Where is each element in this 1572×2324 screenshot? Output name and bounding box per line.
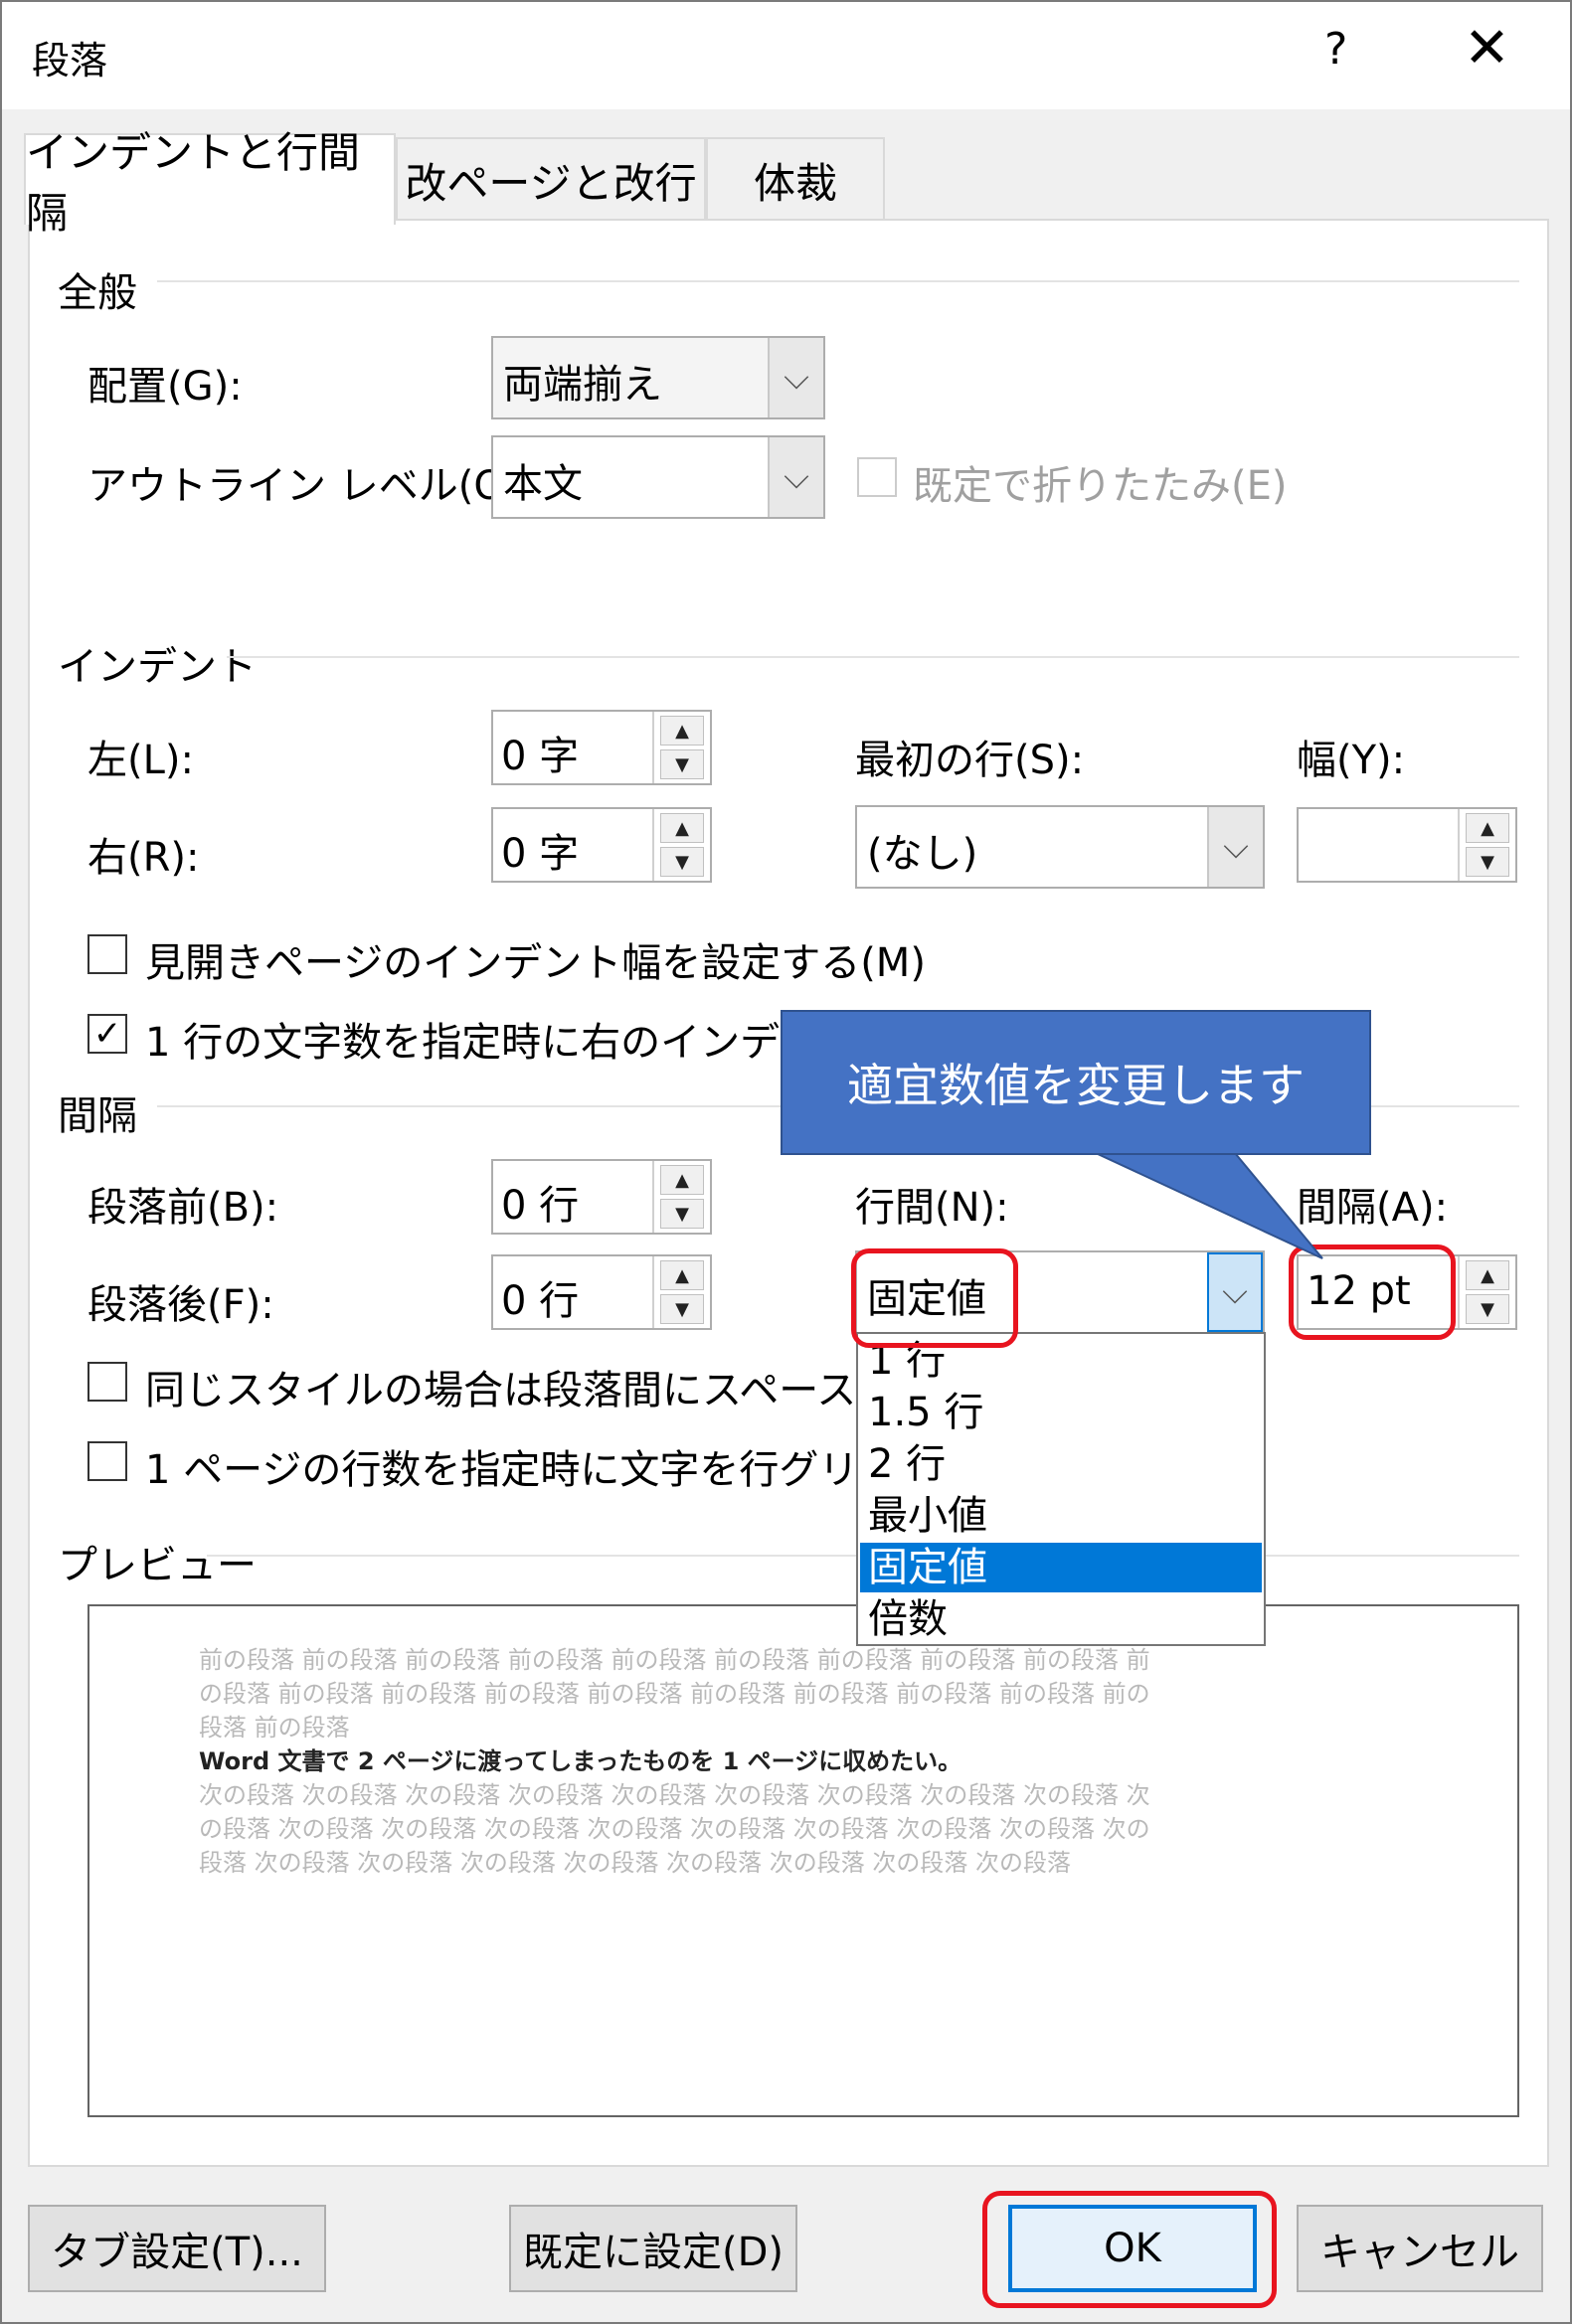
spin-down-icon[interactable]: ▼ bbox=[660, 749, 704, 779]
spin-down-icon[interactable]: ▼ bbox=[1466, 1294, 1509, 1324]
first-line-select[interactable]: (なし) ⌵ bbox=[855, 805, 1265, 889]
section-indent: インデント bbox=[58, 644, 257, 690]
outline-level-value: 本文 bbox=[503, 461, 583, 507]
right-indent-value[interactable]: 0 字 bbox=[501, 821, 579, 879]
spin-up-icon[interactable]: ▲ bbox=[660, 813, 704, 843]
first-line-label: 最初の行(S): bbox=[855, 738, 1085, 783]
snap-grid-checkbox[interactable] bbox=[87, 1441, 127, 1481]
section-preview: プレビュー bbox=[58, 1543, 257, 1588]
preview-before-line: 段落 前の段落 bbox=[199, 1714, 350, 1742]
preview-after-line: 次の段落 次の段落 次の段落 次の段落 次の段落 次の段落 次の段落 次の段落 … bbox=[199, 1781, 1150, 1809]
left-indent-spinner[interactable]: 0 字 ▲ ▼ bbox=[491, 710, 712, 785]
chevron-down-icon[interactable]: ⌵ bbox=[768, 338, 823, 417]
spin-up-icon[interactable]: ▲ bbox=[660, 716, 704, 746]
line-option[interactable]: 倍数 bbox=[860, 1594, 1262, 1644]
highlight-ok-button bbox=[982, 2191, 1277, 2308]
after-spinner[interactable]: 0 行 ▲ ▼ bbox=[491, 1254, 712, 1330]
spin-up-icon[interactable]: ▲ bbox=[1466, 1260, 1509, 1290]
no-space-checkbox[interactable] bbox=[87, 1362, 127, 1402]
chevron-down-icon[interactable]: ⌵ bbox=[1207, 1252, 1263, 1332]
line-spacing-label: 行間(N): bbox=[855, 1185, 1009, 1231]
tabs-button[interactable]: タブ設定(T)... bbox=[28, 2205, 326, 2292]
spin-down-icon[interactable]: ▼ bbox=[1466, 847, 1509, 877]
spin-up-icon[interactable]: ▲ bbox=[660, 1260, 704, 1290]
before-spinner[interactable]: 0 行 ▲ ▼ bbox=[491, 1159, 712, 1235]
before-value[interactable]: 0 行 bbox=[501, 1173, 579, 1231]
tab-page-breaks[interactable]: 改ページと改行 bbox=[396, 137, 706, 221]
chevron-down-icon[interactable]: ⌵ bbox=[768, 437, 823, 517]
spin-down-icon[interactable]: ▼ bbox=[660, 1199, 704, 1229]
line-option[interactable]: 1.5 行 bbox=[860, 1388, 1262, 1437]
line-option-selected[interactable]: 固定値 bbox=[860, 1543, 1262, 1592]
by-spinner[interactable]: ▲ ▼ bbox=[1297, 807, 1517, 883]
cancel-button[interactable]: キャンセル bbox=[1297, 2205, 1543, 2292]
by-label: 幅(Y): bbox=[1297, 738, 1406, 783]
divider bbox=[157, 280, 1519, 282]
preview-sample: Word 文書で 2 ページに渡ってしまったものを 1 ページに収めたい。 bbox=[199, 1747, 962, 1775]
preview-after-line: 段落 次の段落 次の段落 次の段落 次の段落 次の段落 次の段落 次の段落 次の… bbox=[199, 1849, 1072, 1877]
mirror-indent-checkbox[interactable] bbox=[87, 934, 127, 974]
collapse-checkbox[interactable] bbox=[857, 457, 897, 497]
spin-up-icon[interactable]: ▲ bbox=[660, 1165, 704, 1195]
spin-down-icon[interactable]: ▼ bbox=[660, 1294, 704, 1324]
section-general: 全般 bbox=[58, 270, 137, 316]
help-button[interactable]: ? bbox=[1324, 24, 1347, 75]
alignment-value: 両端揃え bbox=[503, 362, 662, 408]
left-indent-label: 左(L): bbox=[87, 738, 194, 783]
outline-level-select[interactable]: 本文 ⌵ bbox=[491, 435, 825, 519]
alignment-select[interactable]: 両端揃え ⌵ bbox=[491, 336, 825, 419]
right-indent-label: 右(R): bbox=[87, 835, 200, 881]
spinner-buttons: ▲ ▼ bbox=[1458, 809, 1515, 881]
auto-adjust-checkbox[interactable]: ✓ bbox=[87, 1014, 127, 1054]
highlight-line-spacing bbox=[851, 1248, 1018, 1348]
line-option[interactable]: 2 行 bbox=[860, 1439, 1262, 1489]
spinner-buttons: ▲ ▼ bbox=[652, 809, 710, 881]
first-line-value: (なし) bbox=[867, 831, 978, 877]
auto-adjust-label: 1 行の文字数を指定時に右のインデント bbox=[145, 1020, 860, 1066]
callout-note: 適宜数値を変更します bbox=[781, 1010, 1371, 1155]
dialog-title: 段落 bbox=[32, 39, 108, 83]
left-indent-value[interactable]: 0 字 bbox=[501, 724, 579, 781]
spin-up-icon[interactable]: ▲ bbox=[1466, 813, 1509, 843]
spinner-buttons: ▲ ▼ bbox=[652, 1256, 710, 1328]
before-label: 段落前(B): bbox=[87, 1185, 279, 1231]
line-spacing-dropdown: 1 行 1.5 行 2 行 最小値 固定値 倍数 bbox=[856, 1332, 1266, 1646]
snap-grid-label: 1 ページの行数を指定時に文字を行グリッド bbox=[145, 1447, 939, 1493]
preview-before-line: の段落 前の段落 前の段落 前の段落 前の段落 前の段落 前の段落 前の段落 前… bbox=[199, 1680, 1150, 1708]
paragraph-dialog: 段落 ? ✕ インデントと行間隔 改ページと改行 体裁 全般 配置(G): 両端… bbox=[0, 0, 1572, 2324]
chevron-down-icon[interactable]: ⌵ bbox=[1207, 807, 1263, 887]
mirror-indent-label: 見開きページのインデント幅を設定する(M) bbox=[145, 940, 926, 986]
divider bbox=[227, 656, 1519, 658]
line-option[interactable]: 最小値 bbox=[860, 1491, 1262, 1541]
spin-down-icon[interactable]: ▼ bbox=[660, 847, 704, 877]
spinner-buttons: ▲ ▼ bbox=[652, 1161, 710, 1233]
section-spacing: 間隔 bbox=[58, 1093, 137, 1139]
spinner-buttons: ▲ ▼ bbox=[652, 712, 710, 783]
tab-indent-spacing[interactable]: インデントと行間隔 bbox=[24, 128, 396, 238]
spinner-buttons: ▲ ▼ bbox=[1458, 1256, 1515, 1328]
no-space-label: 同じスタイルの場合は段落間にスペースを追 bbox=[145, 1368, 937, 1413]
alignment-label: 配置(G): bbox=[87, 364, 243, 410]
after-label: 段落後(F): bbox=[87, 1282, 274, 1328]
after-value[interactable]: 0 行 bbox=[501, 1268, 579, 1326]
callout-pointer bbox=[1096, 1153, 1323, 1259]
collapse-label: 既定で折りたたみ(E) bbox=[913, 463, 1288, 509]
close-icon[interactable]: ✕ bbox=[1464, 16, 1510, 81]
right-indent-spinner[interactable]: 0 字 ▲ ▼ bbox=[491, 807, 712, 883]
tab-typography[interactable]: 体裁 bbox=[706, 137, 885, 221]
outline-level-label: アウトライン レベル(O): bbox=[87, 463, 534, 509]
preview-after-line: の段落 次の段落 次の段落 次の段落 次の段落 次の段落 次の段落 次の段落 次… bbox=[199, 1815, 1150, 1843]
set-default-button[interactable]: 既定に設定(D) bbox=[509, 2205, 797, 2292]
